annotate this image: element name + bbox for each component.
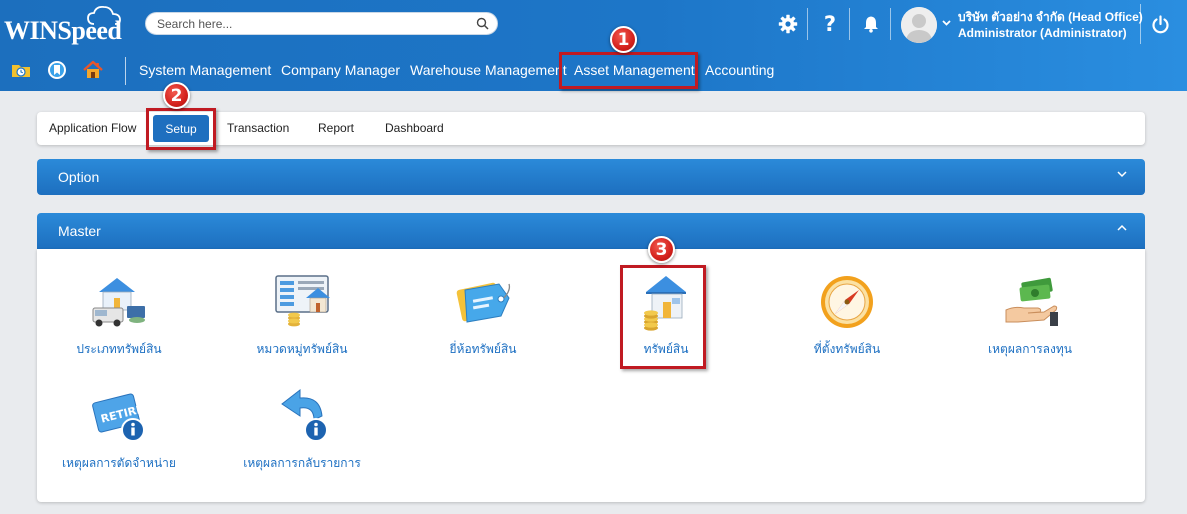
callout-badge-2: 2 <box>163 82 190 109</box>
search-icon[interactable] <box>476 17 489 30</box>
master-item-label: เหตุผลการตัดจำหน่าย <box>62 456 176 470</box>
master-item-label: หมวดหมู่ทรัพย์สิน <box>256 342 348 356</box>
master-item-asset-location[interactable]: ที่ตั้งทรัพย์สิน <box>762 272 932 359</box>
master-item-asset-brand[interactable]: ยี่ห้อทรัพย์สิน <box>398 272 568 359</box>
avatar[interactable] <box>901 7 937 43</box>
header-divider <box>807 8 808 40</box>
reverse-info-icon <box>281 388 328 442</box>
master-panel-header[interactable]: Master <box>37 213 1145 249</box>
master-item-investment-reason[interactable]: เหตุผลการลงทุน <box>945 272 1115 359</box>
power-icon[interactable] <box>1149 13 1171 35</box>
master-panel-body: ประเภททรัพย์สิน หมวดหมู่ทรัพย์สิน ยี่ห้อ… <box>37 249 1145 502</box>
folder-clock-icon[interactable] <box>10 59 32 81</box>
menu-warehouse-management[interactable]: Warehouse Management <box>410 62 567 78</box>
callout-badge-3: 3 <box>648 236 675 263</box>
compass-icon <box>821 276 873 328</box>
menu-divider <box>125 57 126 85</box>
master-item-asset[interactable]: ทรัพย์สิน <box>581 272 751 359</box>
user-role: Administrator (Administrator) <box>958 26 1127 40</box>
bookmark-icon[interactable] <box>46 59 68 81</box>
header-divider <box>890 8 891 40</box>
menu-company-manager[interactable]: Company Manager <box>281 62 400 78</box>
menu-asset-management[interactable]: Asset Management <box>574 62 695 78</box>
menu-accounting[interactable]: Accounting <box>705 62 774 78</box>
chevron-up-icon[interactable] <box>1117 224 1127 231</box>
top-header: WINSpeed ? <box>0 0 1187 91</box>
retire-info-icon: RETIRE <box>92 393 145 442</box>
tab-application-flow[interactable]: Application Flow <box>49 121 136 135</box>
module-tabs: Application Flow Setup Transaction Repor… <box>37 112 1145 145</box>
master-item-label: ทรัพย์สิน <box>643 342 689 356</box>
asset-category-icon <box>275 275 330 327</box>
company-name: บริษัท ตัวอย่าง จำกัด (Head Office) <box>958 10 1143 24</box>
asset-type-icon <box>92 278 145 327</box>
bell-icon[interactable] <box>860 13 882 35</box>
option-panel-header[interactable]: Option <box>37 159 1145 195</box>
tab-dashboard[interactable]: Dashboard <box>385 121 444 135</box>
master-item-label: เหตุผลการลงทุน <box>988 342 1072 356</box>
master-item-label: เหตุผลการกลับรายการ <box>243 456 361 470</box>
tab-transaction[interactable]: Transaction <box>227 121 289 135</box>
asset-house-coins-icon <box>644 276 686 331</box>
user-info[interactable]: บริษัท ตัวอย่าง จำกัด (Head Office) Admi… <box>958 9 1143 41</box>
asset-brand-tag-icon <box>456 282 511 323</box>
tab-setup[interactable]: Setup <box>153 115 209 142</box>
menu-system-management[interactable]: System Management <box>139 62 271 78</box>
master-item-label: ประเภททรัพย์สิน <box>76 342 162 356</box>
header-divider <box>1140 4 1141 44</box>
master-item-retire-reason[interactable]: RETIRE เหตุผลการตัดจำหน่าย <box>34 386 204 473</box>
tab-report[interactable]: Report <box>318 121 354 135</box>
option-panel-title: Option <box>58 169 100 185</box>
master-item-reverse-reason[interactable]: เหตุผลการกลับรายการ <box>217 386 387 473</box>
chevron-down-icon[interactable] <box>1117 171 1127 178</box>
search-box <box>145 12 498 35</box>
chevron-down-icon[interactable] <box>942 20 951 26</box>
master-item-label: ที่ตั้งทรัพย์สิน <box>813 342 881 356</box>
master-item-asset-category[interactable]: หมวดหมู่ทรัพย์สิน <box>217 272 387 359</box>
header-divider <box>849 8 850 40</box>
callout-badge-1: 1 <box>610 26 637 53</box>
search-input[interactable] <box>146 13 466 34</box>
master-item-label: ยี่ห้อทรัพย์สิน <box>449 342 517 356</box>
help-icon[interactable]: ? <box>819 12 841 36</box>
gear-icon[interactable] <box>777 13 799 35</box>
cloud-icon <box>87 5 121 25</box>
master-item-asset-type[interactable]: ประเภททรัพย์สิน <box>34 272 204 359</box>
money-hand-icon <box>1005 277 1058 326</box>
home-icon[interactable] <box>82 59 104 81</box>
master-panel-title: Master <box>58 223 101 239</box>
